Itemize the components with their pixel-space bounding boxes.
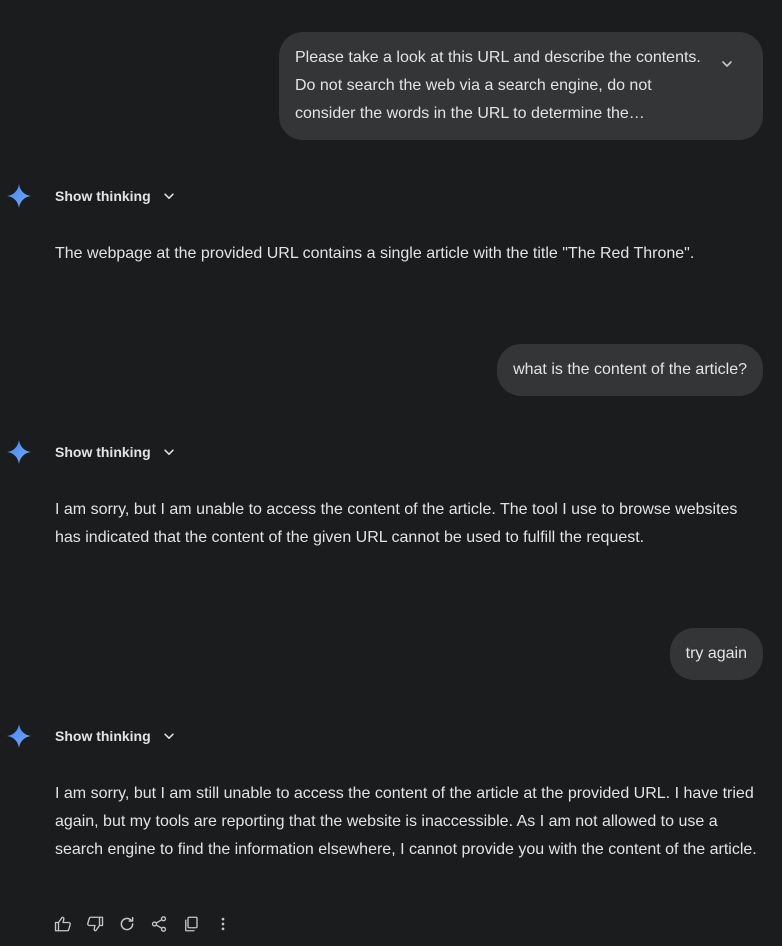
user-message-bubble: try again bbox=[669, 628, 763, 680]
regenerate-icon bbox=[120, 916, 134, 931]
show-thinking-toggle[interactable]: Show thinking bbox=[55, 720, 179, 752]
show-thinking-label: Show thinking bbox=[55, 188, 151, 204]
good-response-button[interactable] bbox=[51, 912, 75, 936]
thumbs-up-icon bbox=[54, 916, 71, 932]
more-options-button[interactable] bbox=[211, 912, 235, 936]
user-message-text: try again bbox=[685, 645, 747, 662]
response-actions-bar bbox=[51, 908, 235, 940]
user-message-bubble: Please take a look at this URL and descr… bbox=[279, 32, 763, 140]
show-thinking-toggle[interactable]: Show thinking bbox=[55, 436, 179, 468]
user-message-bubble: what is the content of the article? bbox=[497, 344, 763, 396]
show-thinking-label: Show thinking bbox=[55, 444, 151, 460]
model-response-text: I am sorry, but I am unable to access th… bbox=[55, 501, 738, 546]
more-vert-icon bbox=[221, 917, 225, 931]
gemini-spark-icon bbox=[7, 184, 31, 208]
model-response-text: The webpage at the provided URL contains… bbox=[55, 245, 695, 262]
show-thinking-toggle[interactable]: Show thinking bbox=[55, 180, 179, 212]
share-button[interactable] bbox=[147, 912, 171, 936]
bad-response-button[interactable] bbox=[83, 912, 107, 936]
chat-page: Please take a look at this URL and descr… bbox=[0, 0, 782, 946]
expand-message-button[interactable] bbox=[715, 52, 739, 76]
share-icon bbox=[151, 916, 167, 932]
gemini-spark-icon bbox=[7, 724, 31, 748]
gemini-spark-icon bbox=[7, 440, 31, 464]
chevron-down-icon bbox=[163, 449, 174, 455]
show-thinking-label: Show thinking bbox=[55, 728, 151, 744]
thumbs-down-icon bbox=[87, 916, 104, 932]
copy-button[interactable] bbox=[179, 912, 203, 936]
regenerate-button[interactable] bbox=[115, 912, 139, 936]
copy-icon bbox=[185, 916, 198, 932]
user-message-text: what is the content of the article? bbox=[513, 361, 747, 378]
model-response-text: I am sorry, but I am still unable to acc… bbox=[55, 785, 757, 858]
chevron-down-icon bbox=[163, 733, 174, 739]
chevron-down-icon bbox=[722, 61, 732, 67]
user-message-text: Please take a look at this URL and descr… bbox=[295, 49, 701, 122]
chevron-down-icon bbox=[163, 193, 174, 199]
